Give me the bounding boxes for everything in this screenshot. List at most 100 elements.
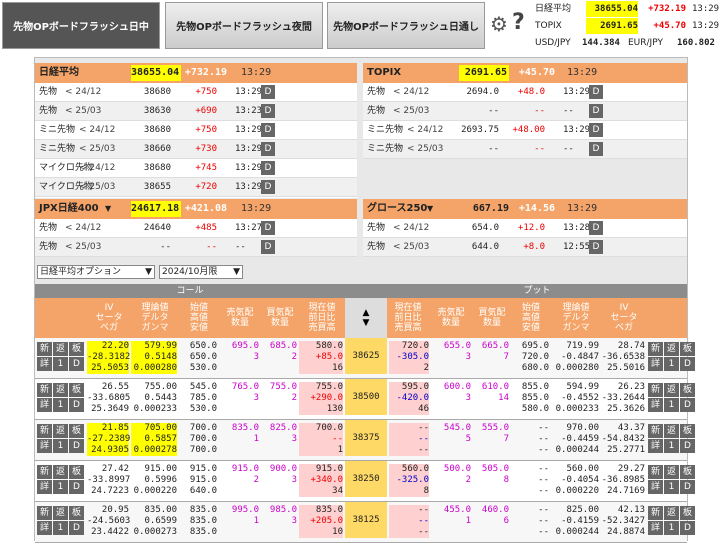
- d-button[interactable]: D: [69, 439, 84, 453]
- d-button[interactable]: D: [589, 221, 603, 235]
- detail-button[interactable]: 詳: [37, 521, 52, 535]
- board-button[interactable]: 板: [69, 383, 84, 397]
- call-iv-line: -24.5603: [87, 516, 131, 526]
- new-button[interactable]: 新: [648, 465, 663, 479]
- row-label: 先物: [39, 223, 58, 233]
- return-button[interactable]: 返: [53, 506, 68, 520]
- put-last-line: 720.0: [401, 341, 429, 351]
- new-button[interactable]: 新: [648, 342, 663, 356]
- put-last-line: --: [418, 423, 429, 433]
- d-button[interactable]: D: [261, 161, 275, 175]
- option-buttons: 新返板詳1D: [36, 464, 88, 494]
- board-button[interactable]: 板: [69, 465, 84, 479]
- return-button[interactable]: 返: [53, 424, 68, 438]
- new-button[interactable]: 新: [37, 465, 52, 479]
- return-button[interactable]: 返: [664, 383, 679, 397]
- tab-all-day[interactable]: 先物OPボードフラッシュ日通し: [327, 2, 485, 49]
- return-button[interactable]: 返: [664, 342, 679, 356]
- one-button[interactable]: 1: [53, 357, 68, 371]
- board-button[interactable]: 板: [69, 424, 84, 438]
- chevron-down-icon[interactable]: ▼: [105, 199, 111, 219]
- detail-button[interactable]: 詳: [648, 398, 663, 412]
- block-time: 13:29: [241, 67, 272, 78]
- row-time: 13:29: [235, 163, 263, 173]
- d-button[interactable]: D: [589, 104, 603, 118]
- gear-icon[interactable]: ⚙: [490, 12, 508, 36]
- new-button[interactable]: 新: [37, 506, 52, 520]
- board-button[interactable]: 板: [680, 506, 695, 520]
- return-button[interactable]: 返: [53, 465, 68, 479]
- new-button[interactable]: 新: [648, 506, 663, 520]
- expiry-select[interactable]: 2024/10月限 ▼: [159, 265, 243, 279]
- one-button[interactable]: 1: [53, 439, 68, 453]
- d-button[interactable]: D: [69, 521, 84, 535]
- call-last-line: +85.0: [315, 352, 343, 362]
- detail-button[interactable]: 詳: [648, 357, 663, 371]
- d-button[interactable]: D: [261, 221, 275, 235]
- strike-price: 38250: [345, 461, 387, 497]
- one-button[interactable]: 1: [664, 398, 679, 412]
- new-button[interactable]: 新: [37, 383, 52, 397]
- row-price: 644.0: [471, 242, 499, 252]
- detail-button[interactable]: 詳: [648, 480, 663, 494]
- board-button[interactable]: 板: [680, 342, 695, 356]
- d-button[interactable]: D: [261, 180, 275, 194]
- d-button[interactable]: D: [680, 357, 695, 371]
- underlying-select[interactable]: 日経平均オプション ▼: [37, 265, 155, 279]
- block-title: グロース250: [367, 203, 428, 214]
- new-button[interactable]: 新: [37, 342, 52, 356]
- d-button[interactable]: D: [261, 104, 275, 118]
- d-button[interactable]: D: [69, 398, 84, 412]
- return-button[interactable]: 返: [664, 424, 679, 438]
- one-button[interactable]: 1: [53, 398, 68, 412]
- one-button[interactable]: 1: [53, 480, 68, 494]
- new-button[interactable]: 新: [37, 424, 52, 438]
- detail-button[interactable]: 詳: [37, 357, 52, 371]
- tab-night[interactable]: 先物OPボードフラッシュ夜間: [165, 2, 323, 49]
- new-button[interactable]: 新: [648, 424, 663, 438]
- d-button[interactable]: D: [680, 480, 695, 494]
- d-button[interactable]: D: [69, 357, 84, 371]
- d-button[interactable]: D: [680, 521, 695, 535]
- strike-sort-header[interactable]: ▲ ▼: [345, 298, 387, 338]
- detail-button[interactable]: 詳: [648, 439, 663, 453]
- d-button[interactable]: D: [680, 398, 695, 412]
- detail-button[interactable]: 詳: [37, 439, 52, 453]
- d-button[interactable]: D: [261, 142, 275, 156]
- d-button[interactable]: D: [680, 439, 695, 453]
- detail-button[interactable]: 詳: [37, 398, 52, 412]
- one-button[interactable]: 1: [53, 521, 68, 535]
- tab-day[interactable]: 先物OPボードフラッシュ日中: [2, 2, 160, 49]
- put-ohl-line: --: [538, 505, 549, 515]
- d-button[interactable]: D: [589, 123, 603, 137]
- chevron-down-icon[interactable]: ▼: [427, 199, 433, 219]
- d-button[interactable]: D: [69, 480, 84, 494]
- return-button[interactable]: 返: [53, 383, 68, 397]
- one-button[interactable]: 1: [664, 480, 679, 494]
- question-icon[interactable]: ?: [512, 10, 525, 35]
- board-button[interactable]: 板: [69, 506, 84, 520]
- d-button[interactable]: D: [589, 240, 603, 254]
- sort-down-icon[interactable]: ▼: [363, 318, 370, 328]
- d-button[interactable]: D: [261, 240, 275, 254]
- d-button[interactable]: D: [261, 123, 275, 137]
- strike-header-spacer: [345, 284, 387, 298]
- call-iv: 22.20 -28.3182 25.5053: [87, 341, 130, 374]
- return-button[interactable]: 返: [664, 506, 679, 520]
- one-button[interactable]: 1: [664, 357, 679, 371]
- return-button[interactable]: 返: [53, 342, 68, 356]
- detail-button[interactable]: 詳: [648, 521, 663, 535]
- board-button[interactable]: 板: [680, 424, 695, 438]
- d-button[interactable]: D: [589, 85, 603, 99]
- new-button[interactable]: 新: [648, 383, 663, 397]
- d-button[interactable]: D: [261, 85, 275, 99]
- board-button[interactable]: 板: [69, 342, 84, 356]
- board-button[interactable]: 板: [680, 383, 695, 397]
- one-button[interactable]: 1: [664, 439, 679, 453]
- board-button[interactable]: 板: [680, 465, 695, 479]
- d-button[interactable]: D: [589, 142, 603, 156]
- one-button[interactable]: 1: [664, 521, 679, 535]
- return-button[interactable]: 返: [664, 465, 679, 479]
- sort-up-icon[interactable]: ▲: [363, 308, 370, 318]
- detail-button[interactable]: 詳: [37, 480, 52, 494]
